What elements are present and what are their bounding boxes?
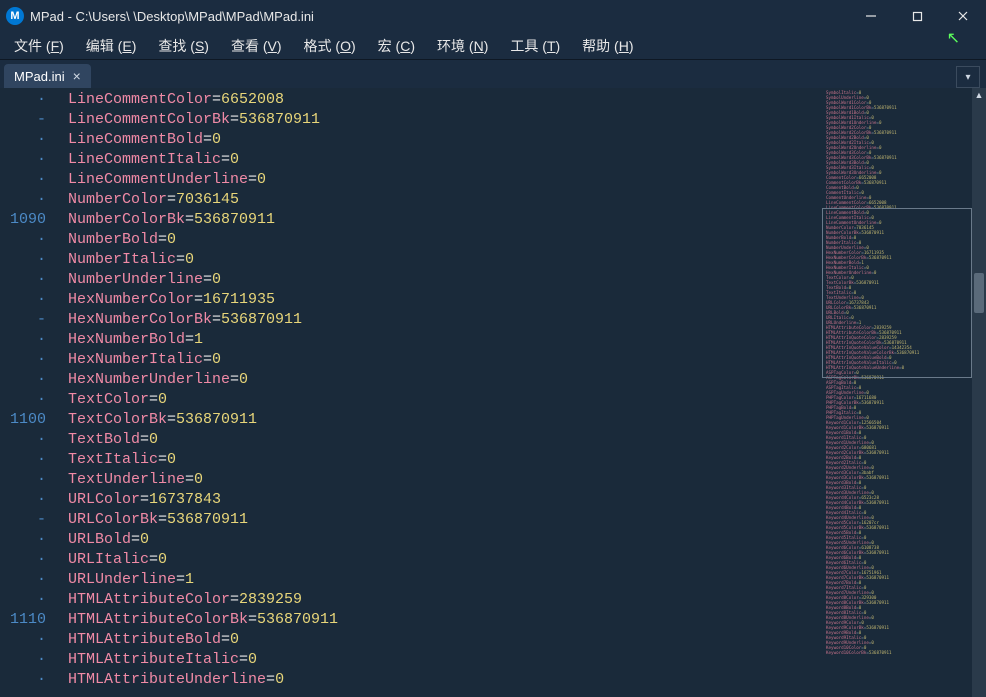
code-line[interactable]: URLColor=16737843 [68,490,822,510]
gutter-line: · [0,130,56,150]
title-bar-text: MPad - C:\Users\ \Desktop\MPad\MPad\MPad… [30,9,848,24]
scroll-up-arrow-icon[interactable]: ▲ [972,88,986,102]
maximize-button[interactable] [894,0,940,32]
code-line[interactable]: NumberItalic=0 [68,250,822,270]
code-line[interactable]: TextColor=0 [68,390,822,410]
gutter-line: · [0,330,56,350]
gutter-line: · [0,250,56,270]
gutter-line: - [0,110,56,130]
code-line[interactable]: HexNumberColorBk=536870911 [68,310,822,330]
gutter-line: - [0,510,56,530]
gutter-line: · [0,590,56,610]
code-line[interactable]: HTMLAttributeBold=0 [68,630,822,650]
editor-main[interactable]: ·-····1090····-····1100····-····1110··· … [0,88,822,697]
code-line[interactable]: LineCommentColorBk=536870911 [68,110,822,130]
minimap-line: Keyword10ColorBk=536870911 [826,650,968,655]
tab-close-icon[interactable]: × [73,68,81,84]
title-bar: M MPad - C:\Users\ \Desktop\MPad\MPad\MP… [0,0,986,32]
menu-bar: 文件 (F) 编辑 (E) 查找 (S) 查看 (V) 格式 (O) 宏 (C) 环境 (N… [0,32,986,60]
code-line[interactable]: HTMLAttributeColorBk=536870911 [68,610,822,630]
code-line[interactable]: LineCommentItalic=0 [68,150,822,170]
gutter-line: - [0,310,56,330]
code-line[interactable]: URLColorBk=536870911 [68,510,822,530]
gutter-line: · [0,430,56,450]
menu-f[interactable]: 文件 (F) [10,34,68,58]
tab-label: MPad.ini [14,69,65,84]
code-line[interactable]: LineCommentColor=6652008 [68,90,822,110]
code-line[interactable]: HexNumberUnderline=0 [68,370,822,390]
code-line[interactable]: NumberUnderline=0 [68,270,822,290]
gutter-line: · [0,190,56,210]
gutter-line: · [0,150,56,170]
code-line[interactable]: NumberColorBk=536870911 [68,210,822,230]
code-line[interactable]: URLUnderline=1 [68,570,822,590]
code-line[interactable]: LineCommentUnderline=0 [68,170,822,190]
code-line[interactable]: URLItalic=0 [68,550,822,570]
code-line[interactable]: HexNumberColor=16711935 [68,290,822,310]
tab-bar: MPad.ini × ▾ [0,60,986,88]
gutter-line: 1100 [0,410,56,430]
code-line[interactable]: NumberBold=0 [68,230,822,250]
minimap[interactable]: SymbolItalic=0SymbolUnderline=0SymbolWor… [822,88,972,697]
window-controls [848,0,986,32]
code-line[interactable]: TextUnderline=0 [68,470,822,490]
minimize-button[interactable] [848,0,894,32]
code-line[interactable]: TextBold=0 [68,430,822,450]
code-line[interactable]: TextItalic=0 [68,450,822,470]
gutter-line: · [0,650,56,670]
tab-mpad-ini[interactable]: MPad.ini × [4,64,91,88]
code-line[interactable]: HTMLAttributeUnderline=0 [68,670,822,690]
menu-s[interactable]: 查找 (S) [154,34,213,58]
gutter-line: · [0,270,56,290]
chevron-down-icon: ▾ [965,72,970,83]
scrollbar-thumb[interactable] [974,273,984,313]
code-line[interactable]: HexNumberBold=1 [68,330,822,350]
gutter-line: · [0,490,56,510]
gutter-line: · [0,570,56,590]
code-line[interactable]: NumberColor=7036145 [68,190,822,210]
close-button[interactable] [940,0,986,32]
gutter-line: · [0,170,56,190]
gutter-line: · [0,550,56,570]
code-line[interactable]: LineCommentBold=0 [68,130,822,150]
code-line[interactable]: HTMLAttributeItalic=0 [68,650,822,670]
menu-n[interactable]: 环境 (N) [433,34,492,58]
gutter-line: · [0,370,56,390]
vertical-scrollbar[interactable]: ▲ [972,88,986,697]
line-number-gutter: ·-····1090····-····1100····-····1110··· [0,88,56,697]
gutter-line: 1110 [0,610,56,630]
gutter-line: · [0,470,56,490]
code-line[interactable]: TextColorBk=536870911 [68,410,822,430]
editor-area: ·-····1090····-····1100····-····1110··· … [0,88,986,697]
gutter-line: · [0,90,56,110]
gutter-line: 1090 [0,210,56,230]
gutter-line: · [0,530,56,550]
gutter-line: · [0,390,56,410]
gutter-line: · [0,670,56,690]
menu-c[interactable]: 宏 (C) [374,34,419,58]
gutter-line: · [0,630,56,650]
code-editor[interactable]: LineCommentColor=6652008LineCommentColor… [56,88,822,697]
menu-h[interactable]: 帮助 (H) [578,34,637,58]
code-line[interactable]: HexNumberItalic=0 [68,350,822,370]
gutter-line: · [0,230,56,250]
app-icon: M [6,7,24,25]
menu-o[interactable]: 格式 (O) [300,34,360,58]
tab-list-dropdown[interactable]: ▾ [956,66,980,88]
code-line[interactable]: HTMLAttributeColor=2839259 [68,590,822,610]
gutter-line: · [0,350,56,370]
code-line[interactable]: URLBold=0 [68,530,822,550]
gutter-line: · [0,450,56,470]
menu-v[interactable]: 查看 (V) [227,34,286,58]
menu-e[interactable]: 编辑 (E) [82,34,141,58]
gutter-line: · [0,290,56,310]
menu-t[interactable]: 工具 (T) [506,34,564,58]
